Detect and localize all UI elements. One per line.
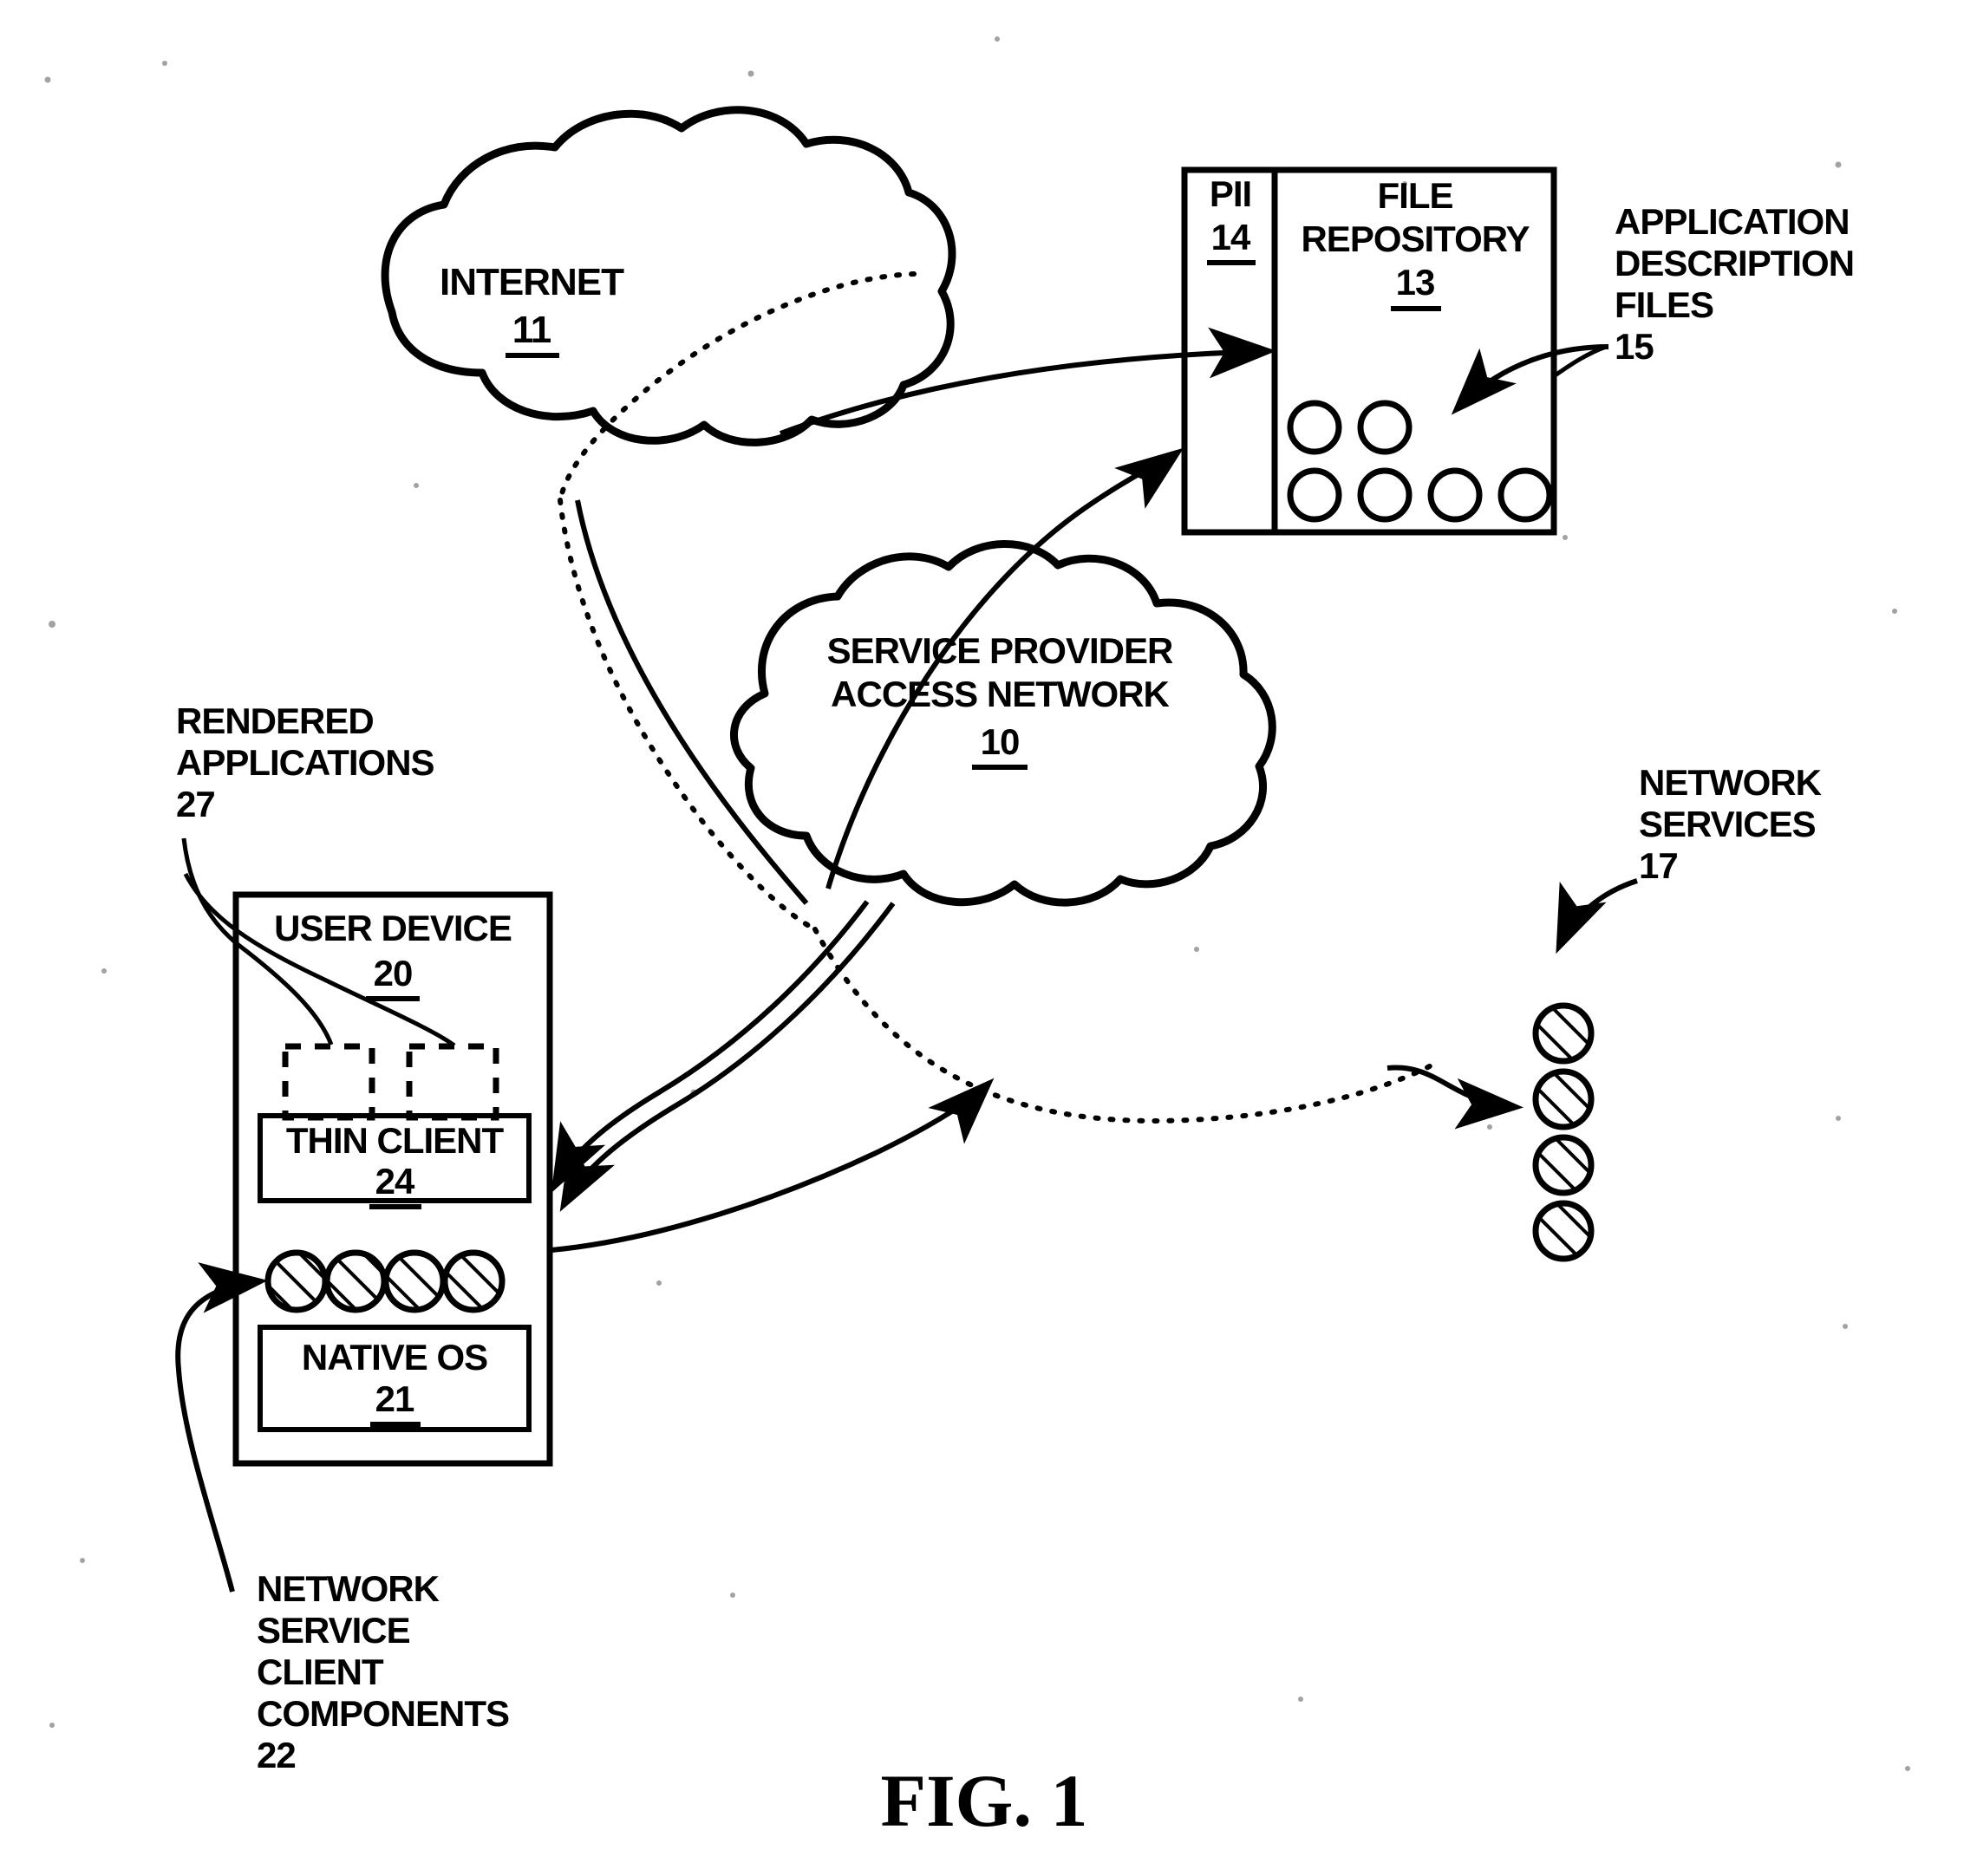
network-services-group: NETWORK SERVICES 17	[1532, 762, 1823, 1262]
application-description-file-circles	[1287, 400, 1553, 523]
service-provider-ref: 10	[981, 721, 1020, 762]
native-os-label: NATIVE OS	[302, 1337, 487, 1378]
application-description-files-ref: 15	[1615, 326, 1654, 367]
file-repository-ref: 13	[1396, 262, 1435, 303]
connector-service-provider-to-network-services	[1387, 1065, 1524, 1130]
network-service-client-components-line1: NETWORK	[257, 1568, 440, 1609]
network-service-client-component-circles	[264, 1249, 506, 1313]
internet-ref: 11	[512, 309, 551, 351]
network-service-circle	[1532, 1200, 1595, 1262]
native-os-box: NATIVE OS 21	[258, 1325, 532, 1432]
user-device-label: USER DEVICE	[274, 908, 512, 948]
user-device-ref: 20	[374, 953, 413, 993]
network-service-client-components-line4: COMPONENTS	[257, 1693, 509, 1734]
service-provider-label-line1: SERVICE PROVIDER	[827, 630, 1173, 671]
thin-client-ref: 24	[375, 1161, 415, 1202]
connector-service-provider-to-thin-client	[551, 900, 896, 1212]
network-services-ref: 17	[1639, 845, 1678, 886]
pii-ref: 14	[1211, 217, 1251, 257]
rendered-application-placeholders	[282, 1043, 499, 1121]
rendered-applications-ref: 27	[176, 784, 215, 824]
service-provider-label-line2: ACCESS NETWORK	[831, 674, 1169, 714]
native-os-ref: 21	[375, 1378, 414, 1419]
network-service-client-components-ref: 22	[257, 1735, 296, 1775]
network-service-client-components-line3: CLIENT	[257, 1651, 384, 1692]
file-repository-label-line1: FILE	[1378, 175, 1453, 216]
network-service-circle	[1532, 1068, 1595, 1130]
service-provider-cloud: SERVICE PROVIDER ACCESS NETWORK 10	[730, 540, 1276, 907]
pii-label: PII	[1210, 173, 1251, 214]
patent-figure-page: INTERNET 11 SERVICE PROVIDER ACCESS NETW…	[0, 0, 1977, 1876]
internet-cloud: INTERNET 11	[381, 106, 956, 446]
figure-caption: FIG. 1	[881, 1759, 1088, 1842]
rendered-applications-line2: APPLICATIONS	[176, 742, 434, 783]
file-repository-label-line2: REPOSITORY	[1301, 218, 1530, 259]
application-description-files-line3: FILES	[1615, 284, 1713, 325]
network-service-client-components-line2: SERVICE	[257, 1610, 410, 1651]
network-service-circle	[1532, 1134, 1595, 1196]
rendered-applications-callout: RENDERED APPLICATIONS 27	[176, 700, 456, 1048]
network-service-circle	[1532, 1002, 1595, 1065]
thin-client-box: THIN CLIENT 24	[258, 1113, 532, 1209]
application-description-files-line1: APPLICATION	[1615, 201, 1850, 242]
rendered-applications-line1: RENDERED	[176, 700, 374, 741]
figure-canvas: INTERNET 11 SERVICE PROVIDER ACCESS NETW…	[44, 36, 1910, 1842]
thin-client-label: THIN CLIENT	[286, 1120, 505, 1161]
internet-label: INTERNET	[440, 261, 624, 303]
connector-user-device-to-service-provider	[551, 1078, 995, 1253]
application-description-files-line2: DESCRIPTION	[1615, 243, 1854, 283]
network-services-line1: NETWORK	[1639, 762, 1822, 803]
network-services-line2: SERVICES	[1639, 804, 1816, 844]
